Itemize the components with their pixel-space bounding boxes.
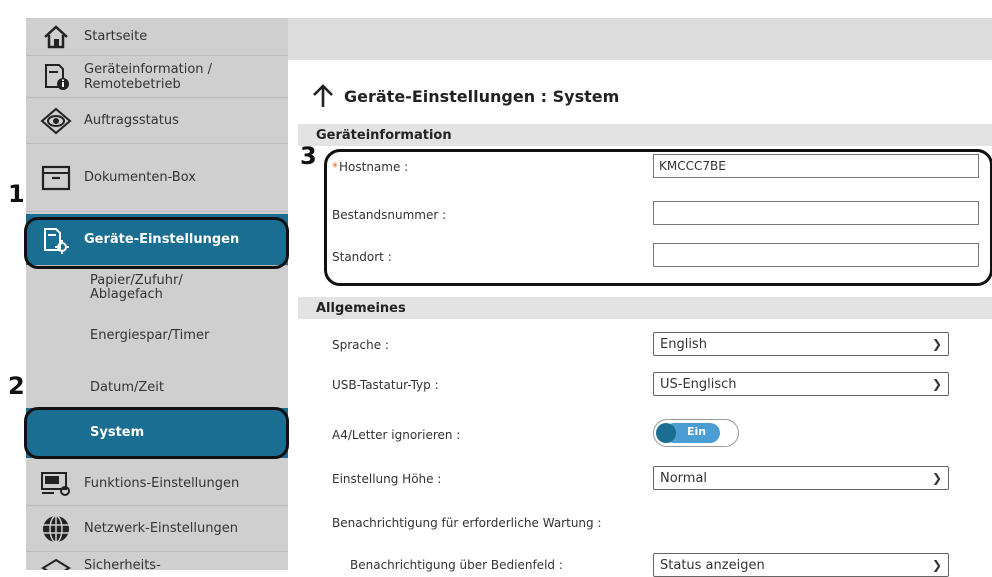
eye-icon (36, 107, 76, 135)
usb-keyboard-value: US-Englisch (660, 376, 737, 392)
sidebar-item-label: Funktions-Einstellungen (84, 476, 240, 491)
callout-number-3: 3 (300, 142, 317, 170)
sidebar-item-label: Geräteinformation / Remotebetrieb (84, 61, 213, 92)
usb-keyboard-label: USB-Tastatur-Typ : (332, 378, 439, 392)
altitude-value: Normal (660, 470, 708, 486)
sidebar-item-label: Startseite (84, 29, 148, 44)
sidebar-item-startseite[interactable]: Startseite (26, 18, 288, 56)
callout-number-2: 2 (8, 372, 25, 400)
altitude-select[interactable]: Normal ❯ (653, 466, 949, 490)
callout-box-2 (24, 407, 289, 459)
panel-notification-select[interactable]: Status anzeigen ❯ (653, 553, 949, 577)
shield-icon (36, 558, 76, 570)
sidebar-item-label: Auftragsstatus (84, 113, 179, 128)
language-value: English (660, 336, 707, 352)
callout-number-1: 1 (8, 180, 25, 208)
sidebar-item-auftragsstatus[interactable]: Auftragsstatus (26, 98, 288, 144)
a4-letter-toggle[interactable]: Ein (653, 419, 739, 447)
sidebar-subitem-papier[interactable]: Papier/Zufuhr/ Ablagefach (26, 270, 226, 310)
toggle-label: Ein (687, 425, 707, 438)
sidebar: Startseite Geräteinformation / Remotebet… (26, 18, 288, 570)
language-label: Sprache : (332, 338, 389, 352)
arrow-up-icon[interactable] (312, 84, 334, 108)
top-bar (288, 18, 992, 60)
section-title: Geräteinformation (316, 127, 452, 143)
sidebar-item-funktions-einstellungen[interactable]: Funktions-Einstellungen (26, 462, 288, 506)
function-settings-icon (36, 471, 76, 497)
device-info-icon (36, 63, 76, 91)
document-box-icon (36, 165, 76, 191)
chevron-down-icon: ❯ (931, 337, 942, 351)
page-title: Geräte-Einstellungen : System (344, 86, 620, 106)
sidebar-item-sicherheit[interactable]: Sicherheits- (26, 552, 288, 570)
sidebar-subitem-label: Energiespar/Timer (90, 328, 210, 343)
globe-icon (36, 514, 76, 544)
page-title-wrap: Geräte-Einstellungen : System (312, 84, 619, 108)
altitude-label: Einstellung Höhe : (332, 472, 442, 486)
chevron-down-icon: ❯ (931, 471, 942, 485)
section-title: Allgemeines (316, 300, 406, 316)
section-allgemeines: Allgemeines (298, 297, 992, 319)
main-content: Geräte-Einstellungen : System Geräteinfo… (298, 60, 992, 577)
sidebar-subitem-label: Datum/Zeit (90, 380, 164, 395)
panel-notification-value: Status anzeigen (660, 557, 765, 573)
sidebar-item-label: Dokumenten-Box (84, 170, 196, 185)
sidebar-item-label: Netzwerk-Einstellungen (84, 521, 238, 536)
home-icon (36, 24, 76, 49)
chevron-down-icon: ❯ (931, 377, 942, 391)
sidebar-item-dokumenten-box[interactable]: Dokumenten-Box (26, 144, 288, 212)
usb-keyboard-select[interactable]: US-Englisch ❯ (653, 372, 949, 396)
sidebar-item-label: Sicherheits- (84, 558, 161, 570)
sidebar-subitem-datum-zeit[interactable]: Datum/Zeit (26, 380, 288, 404)
section-geraeteinformation: Geräteinformation (298, 124, 992, 146)
sidebar-item-geraeteinformation[interactable]: Geräteinformation / Remotebetrieb (26, 56, 288, 98)
callout-box-3 (324, 149, 992, 286)
language-select[interactable]: English ❯ (653, 332, 949, 356)
callout-box-1 (24, 217, 289, 269)
sidebar-item-netzwerk-einstellungen[interactable]: Netzwerk-Einstellungen (26, 506, 288, 552)
a4-letter-label: A4/Letter ignorieren : (332, 428, 461, 442)
maintenance-label: Benachrichtigung für erforderliche Wartu… (332, 516, 602, 530)
sidebar-subitem-label: Papier/Zufuhr/ Ablagefach (90, 273, 183, 302)
sidebar-subitem-energiespar[interactable]: Energiespar/Timer (26, 328, 288, 352)
